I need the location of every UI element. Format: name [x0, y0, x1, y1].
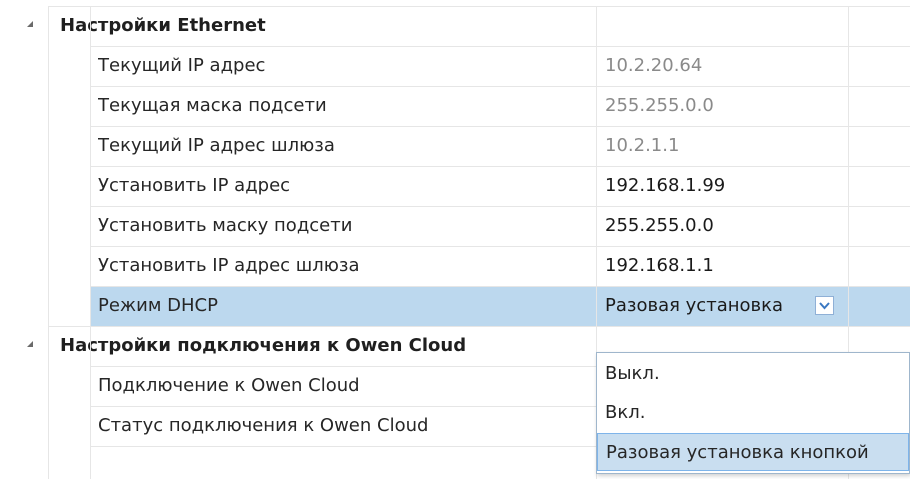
- property-value[interactable]: 255.255.0.0: [605, 206, 845, 246]
- property-row[interactable]: Установить IP адрес шлюза 192.168.1.1: [0, 246, 910, 286]
- property-value[interactable]: 255.255.0.0: [605, 86, 845, 126]
- property-row[interactable]: Режим DHCP Разовая установка: [0, 286, 910, 326]
- grid-line: [90, 166, 910, 167]
- category-title: Настройки подключения к Owen Cloud: [60, 335, 467, 356]
- grid-line: [90, 126, 910, 127]
- grid-line: [90, 246, 910, 247]
- property-value[interactable]: 192.168.1.1: [605, 246, 845, 286]
- grid-column-line: [48, 6, 49, 479]
- grid-line: [90, 86, 910, 87]
- property-name: Подключение к Owen Cloud: [98, 375, 360, 396]
- property-row[interactable]: Установить маску подсети 255.255.0.0: [0, 206, 910, 246]
- category-line: [48, 326, 910, 327]
- property-name: Текущий IP адрес шлюза: [98, 135, 335, 156]
- property-name: Текущая маска подсети: [98, 95, 327, 116]
- dropdown-button[interactable]: [815, 296, 834, 315]
- property-name: Текущий IP адрес: [98, 55, 266, 76]
- property-value[interactable]: 192.168.1.99: [605, 166, 845, 206]
- property-row[interactable]: Текущая маска подсети 255.255.0.0: [0, 86, 910, 126]
- grid-line: [90, 206, 910, 207]
- property-name: Установить IP адрес шлюза: [98, 255, 360, 276]
- property-row[interactable]: Текущий IP адрес шлюза 10.2.1.1: [0, 126, 910, 166]
- grid-column-line: [90, 6, 91, 479]
- category-row[interactable]: Настройки Ethernet: [0, 6, 910, 46]
- category-line: [48, 6, 910, 7]
- property-grid: Настройки Ethernet Текущий IP адрес 10.2.2…: [0, 0, 910, 479]
- dropdown-option[interactable]: Разовая установка кнопкой: [597, 433, 909, 471]
- property-row[interactable]: Текущий IP адрес 10.2.20.64: [0, 46, 910, 86]
- property-name: Установить IP адрес: [98, 175, 291, 196]
- expander-triangle-icon[interactable]: [27, 341, 33, 347]
- property-name: Статус подключения к Owen Cloud: [98, 415, 429, 436]
- dropdown-option[interactable]: Выкл.: [597, 355, 909, 393]
- grid-line: [90, 46, 910, 47]
- dropdown-option[interactable]: Вкл.: [597, 394, 909, 432]
- property-name: Режим DHCP: [98, 295, 218, 316]
- chevron-down-icon: [819, 301, 830, 309]
- dhcp-mode-select[interactable]: Разовая установка: [605, 286, 811, 326]
- grid-line: [90, 286, 910, 287]
- expander-triangle-icon[interactable]: [27, 21, 33, 27]
- property-value[interactable]: 10.2.20.64: [605, 46, 845, 86]
- dhcp-dropdown-list[interactable]: Выкл. Вкл. Разовая установка кнопкой: [596, 352, 910, 474]
- property-value[interactable]: 10.2.1.1: [605, 126, 845, 166]
- property-row[interactable]: Установить IP адрес 192.168.1.99: [0, 166, 910, 206]
- property-name: Установить маску подсети: [98, 215, 353, 236]
